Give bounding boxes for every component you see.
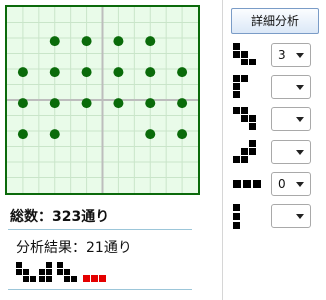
- piece-row-2: [233, 75, 323, 99]
- analysis-result: 分析結果：21通り: [16, 240, 132, 256]
- piece-row-1: 3: [233, 43, 323, 67]
- board-piece[interactable]: [113, 98, 124, 109]
- total-count: 総数：323通り: [10, 209, 110, 225]
- board-piece[interactable]: [49, 98, 60, 109]
- board-piece[interactable]: [81, 98, 92, 109]
- piece-count-select-4[interactable]: [271, 140, 311, 164]
- board-piece[interactable]: [177, 98, 188, 109]
- analyze-button[interactable]: 詳細分析: [231, 8, 319, 34]
- board-piece[interactable]: [177, 67, 188, 78]
- board-piece[interactable]: [17, 67, 28, 78]
- piece-count-select-2[interactable]: [271, 75, 311, 99]
- board-piece[interactable]: [113, 36, 124, 47]
- tetromino-j-icon: [233, 140, 256, 163]
- board-piece[interactable]: [145, 129, 156, 140]
- board-piece[interactable]: [17, 98, 28, 109]
- board-piece[interactable]: [177, 129, 188, 140]
- piece-row-4: [233, 140, 323, 164]
- tetromino-i-icon: [233, 204, 240, 229]
- piece-row-6: [233, 204, 323, 229]
- board-piece[interactable]: [17, 129, 28, 140]
- puzzle-board[interactable]: [5, 5, 200, 195]
- board-grid: [7, 7, 198, 193]
- divider-bottom: [8, 289, 192, 290]
- board-piece[interactable]: [145, 36, 156, 47]
- tetromino-z-icon: [233, 107, 256, 130]
- divider: [8, 229, 192, 230]
- board-piece[interactable]: [81, 36, 92, 47]
- board-piece[interactable]: [113, 67, 124, 78]
- board-piece[interactable]: [145, 98, 156, 109]
- tetromino-s-icon: [233, 43, 256, 65]
- solution-pieces-strip: [16, 262, 106, 282]
- tromino-i-icon: [233, 180, 261, 188]
- board-piece[interactable]: [81, 67, 92, 78]
- piece-row-5: 0: [233, 172, 323, 196]
- board-piece[interactable]: [49, 36, 60, 47]
- tetromino-l-icon: [233, 75, 248, 98]
- piece-row-3: [233, 107, 323, 131]
- piece-count-select-1[interactable]: 3: [271, 43, 311, 67]
- board-piece[interactable]: [49, 67, 60, 78]
- piece-count-select-5[interactable]: 0: [271, 172, 311, 196]
- board-piece[interactable]: [145, 67, 156, 78]
- piece-count-select-3[interactable]: [271, 107, 311, 131]
- board-piece[interactable]: [49, 129, 60, 140]
- piece-count-select-6[interactable]: [271, 204, 311, 228]
